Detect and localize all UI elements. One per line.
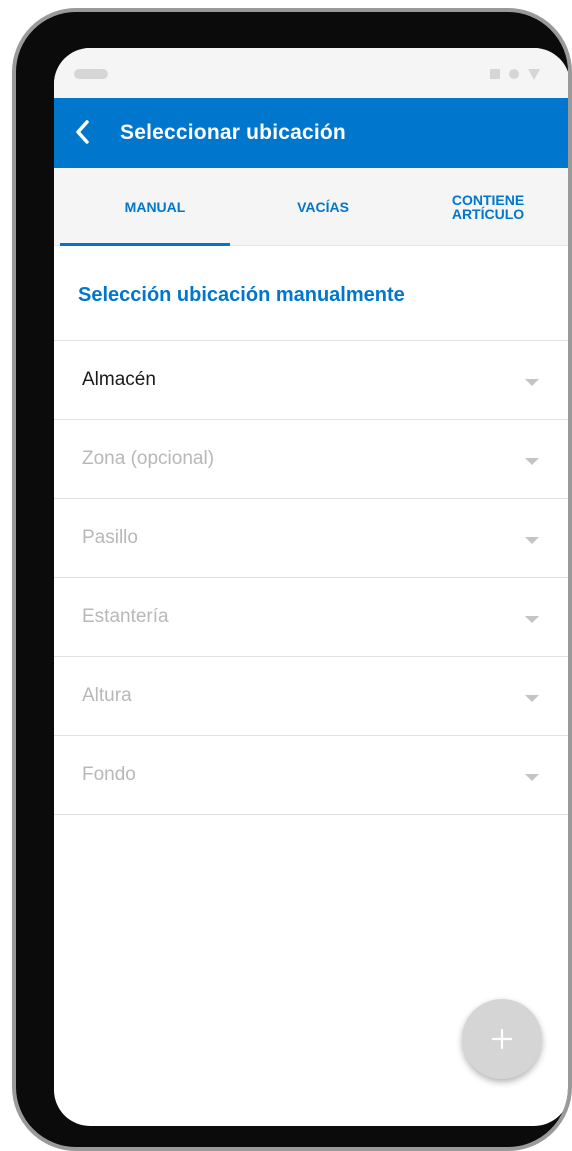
tab-contiene-articulo[interactable]: CONTIENE ARTÍCULO [404, 168, 568, 246]
caret-down-icon [525, 695, 539, 702]
status-pill-icon [74, 69, 108, 79]
estanteria-select[interactable]: Estantería [54, 578, 568, 657]
plus-icon [491, 1028, 513, 1050]
zona-select[interactable]: Zona (opcional) [54, 420, 568, 499]
fondo-select[interactable]: Fondo [54, 736, 568, 815]
back-button[interactable] [62, 112, 102, 152]
tab-manual[interactable]: MANUAL [60, 168, 250, 246]
field-label: Estantería [82, 606, 169, 627]
caret-down-icon [525, 537, 539, 544]
caret-down-icon [525, 774, 539, 781]
tab-manual-label: MANUAL [124, 199, 186, 215]
field-label: Altura [82, 685, 132, 706]
tab-label-line-1: CONTIENE [451, 192, 525, 208]
phone-frame: Seleccionar ubicación MANUAL VACÍAS CONT… [12, 8, 572, 1151]
altura-select[interactable]: Altura [54, 657, 568, 736]
pasillo-select[interactable]: Pasillo [54, 499, 568, 578]
tab-label-line-2: ARTÍCULO [451, 206, 525, 222]
field-label: Pasillo [82, 527, 138, 548]
tab-bar: MANUAL VACÍAS CONTIENE ARTÍCULO [54, 168, 568, 246]
active-tab-indicator [60, 243, 230, 246]
add-button[interactable] [462, 999, 542, 1079]
status-triangle-icon [528, 69, 540, 80]
location-field-list: Almacén Zona (opcional) Pasillo Estanter… [54, 340, 568, 815]
field-label: Almacén [82, 369, 156, 390]
status-bar [54, 48, 568, 98]
chevron-left-icon [76, 120, 89, 144]
caret-down-icon [525, 616, 539, 623]
field-label: Zona (opcional) [82, 448, 215, 469]
tab-contiene-articulo-label: CONTIENE ARTÍCULO [452, 193, 524, 221]
caret-down-icon [525, 458, 539, 465]
page-title: Seleccionar ubicación [120, 121, 346, 144]
app-bar: Seleccionar ubicación [54, 98, 568, 168]
phone-screen: Seleccionar ubicación MANUAL VACÍAS CONT… [54, 48, 568, 1126]
status-square-icon [490, 69, 500, 79]
almacen-select[interactable]: Almacén [54, 341, 568, 420]
section-title: Selección ubicación manualmente [78, 284, 405, 306]
status-circle-icon [509, 69, 519, 79]
tab-vacias[interactable]: VACÍAS [250, 168, 396, 246]
field-label: Fondo [82, 764, 136, 785]
caret-down-icon [525, 379, 539, 386]
tab-vacias-label: VACÍAS [297, 199, 349, 215]
